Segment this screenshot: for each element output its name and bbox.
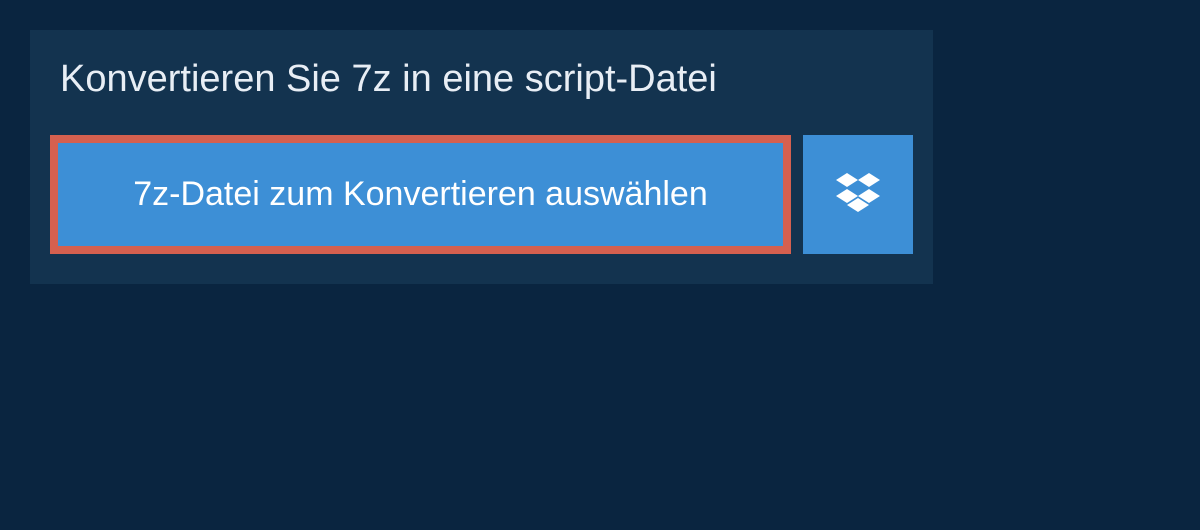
dropbox-button[interactable] bbox=[803, 135, 913, 254]
converter-panel: Konvertieren Sie 7z in eine script-Datei… bbox=[30, 30, 933, 284]
select-file-button[interactable]: 7z-Datei zum Konvertieren auswählen bbox=[50, 135, 791, 254]
page-title: Konvertieren Sie 7z in eine script-Datei bbox=[30, 30, 933, 135]
button-row: 7z-Datei zum Konvertieren auswählen bbox=[30, 135, 933, 284]
dropbox-icon bbox=[836, 173, 880, 216]
